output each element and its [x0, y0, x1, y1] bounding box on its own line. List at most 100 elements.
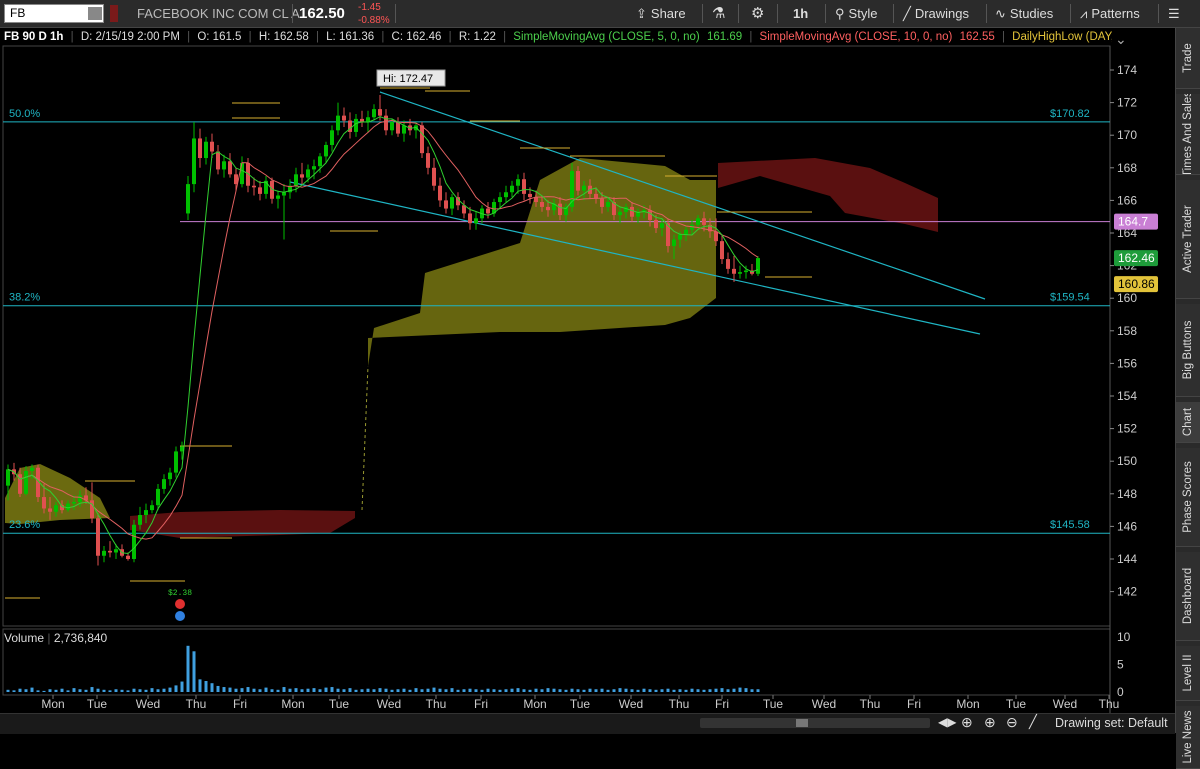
volume-bar — [246, 687, 250, 692]
candle-body — [108, 550, 112, 553]
sidebar-tab-label: Dashboard — [1182, 567, 1194, 625]
candle-body — [306, 169, 310, 178]
candle-body — [678, 234, 682, 240]
chart-label-layer: 50.0% $170.82 38.2% $159.54 23.6% $145.58 Hi: … — [9, 69, 1090, 621]
patterns-button[interactable]: ⩘ Patterns — [1080, 0, 1140, 27]
time-tick-label: Thu — [426, 697, 447, 711]
sidebar-tab-dashboard[interactable]: Dashboard — [1176, 552, 1200, 641]
drawings-button[interactable]: ╱ Drawings — [903, 0, 969, 27]
candle-body — [216, 151, 220, 170]
volume-bar — [738, 687, 742, 692]
top-toolbar: FB FACEBOOK INC COM CL A 162.50 -1.45 -0… — [0, 0, 1200, 28]
candle-body — [738, 272, 742, 274]
symbol-input[interactable]: FB — [4, 4, 104, 23]
volume-bar — [510, 688, 514, 692]
volume-bar — [492, 689, 496, 692]
fib-level-percent: 23.6% — [9, 519, 40, 531]
sidebar-tab-level-ii[interactable]: Level II — [1176, 646, 1200, 701]
volume-bar — [312, 688, 316, 692]
drawing-tool-icon[interactable]: ╱ — [1029, 714, 1037, 730]
volume-value: 2,736,840 — [53, 631, 108, 645]
menu-icon[interactable]: ☰ — [1168, 0, 1180, 27]
volume-bar — [378, 688, 382, 692]
candle-body — [378, 109, 382, 116]
volume-bar — [270, 689, 274, 692]
crosshair-icon[interactable]: ⊕ — [961, 714, 973, 731]
scroll-left-icon[interactable]: ◀▶ — [938, 715, 956, 729]
share-button[interactable]: ⇪ Share — [636, 0, 686, 27]
time-tick-label: Thu — [669, 697, 690, 711]
volume-bar — [690, 688, 694, 692]
candle-body — [684, 229, 688, 235]
scrollbar-thumb[interactable] — [796, 719, 808, 727]
volume-bar — [144, 689, 148, 692]
sidebar-tab-chart[interactable]: Chart — [1176, 402, 1200, 443]
volume-bar — [24, 689, 28, 692]
interval-selector[interactable]: 1h — [793, 0, 808, 27]
right-sidebar: Trade Times And Sales Active Trader Big But… — [1175, 28, 1200, 769]
sidebar-tab-active-trader[interactable]: Active Trader — [1176, 180, 1200, 299]
time-tick-label: Tue — [87, 697, 108, 711]
divider — [825, 4, 826, 23]
volume-layer: 1050<milli... — [6, 630, 1131, 699]
volume-bar — [204, 681, 208, 692]
candle-body — [504, 192, 508, 198]
time-tick-label: Wed — [1053, 697, 1077, 711]
flask-icon[interactable]: ⚗ — [712, 0, 725, 27]
sidebar-tab-live-news[interactable]: Live News — [1176, 706, 1200, 769]
sidebar-tab-label: Level II — [1182, 654, 1194, 692]
price-tick-label: 156 — [1117, 356, 1137, 370]
time-tick-label: Fri — [715, 697, 729, 711]
candle-body — [330, 130, 334, 145]
studies-button[interactable]: ∿ Studies — [995, 0, 1053, 27]
symbol-dropdown-icon[interactable] — [88, 7, 102, 20]
time-tick-label: Mon — [41, 697, 64, 711]
dividend-label: $2.38 — [168, 589, 192, 598]
candle-body — [138, 514, 142, 525]
volume-bar — [174, 685, 178, 692]
volume-bar — [360, 689, 364, 692]
gear-icon[interactable]: ⚙ — [751, 0, 764, 27]
volume-bar — [522, 689, 526, 692]
volume-bar — [294, 688, 298, 692]
sidebar-tab-times-and-sales[interactable]: Times And Sales — [1176, 94, 1200, 175]
candle-body — [30, 467, 34, 471]
divider — [986, 4, 987, 23]
time-tick-label: Fri — [233, 697, 247, 711]
volume-bar — [750, 689, 754, 692]
drawing-set-selector[interactable]: Drawing set: Default — [1055, 716, 1168, 730]
candle-body — [498, 197, 502, 203]
style-button[interactable]: ⚲ Style — [835, 0, 877, 27]
fib-level-percent: 50.0% — [9, 108, 40, 120]
price-tick-label: 148 — [1117, 487, 1137, 501]
price-badge: 162.46 — [1118, 251, 1155, 265]
patterns-icon: ⩘ — [1080, 6, 1088, 21]
price-tick-label: 174 — [1117, 63, 1137, 77]
bottom-bar: ◀▶ ⊕ ⊕ ⊖ ╱ Drawing set: Default — [0, 713, 1175, 734]
candle-body — [438, 185, 442, 201]
sidebar-tab-trade[interactable]: Trade — [1176, 28, 1200, 89]
volume-bar — [630, 689, 634, 692]
price-chart[interactable]: 50.0% $170.82 38.2% $159.54 23.6% $145.58 Hi: … — [0, 28, 1175, 713]
volume-bar — [222, 687, 226, 692]
sidebar-tab-phase-scores[interactable]: Phase Scores — [1176, 448, 1200, 547]
volume-bar — [342, 689, 346, 692]
candle-body — [186, 184, 190, 214]
volume-bar — [168, 687, 172, 692]
horizontal-scrollbar[interactable] — [700, 718, 930, 728]
symbol-link-flag-icon[interactable] — [110, 5, 118, 22]
candle-body — [450, 197, 454, 209]
time-tick-label: Tue — [1006, 697, 1027, 711]
volume-bar — [354, 689, 358, 692]
time-axis-layer: Mon Tue Wed Thu Fri Mon Tue Wed Thu Fri Mon Tue Wed T… — [41, 695, 1119, 711]
divider — [292, 4, 293, 23]
volume-bar — [102, 689, 106, 692]
zoom-in-icon[interactable]: ⊕ — [984, 714, 996, 731]
volume-bar — [390, 689, 394, 692]
sidebar-tab-big-buttons[interactable]: Big Buttons — [1176, 304, 1200, 397]
candle-body — [72, 501, 76, 504]
candle-body — [66, 503, 70, 511]
candle-body — [342, 115, 346, 121]
volume-bar — [516, 688, 520, 692]
zoom-out-icon[interactable]: ⊖ — [1006, 714, 1018, 731]
